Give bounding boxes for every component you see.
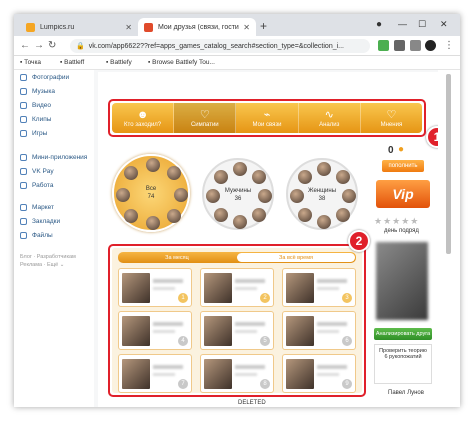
lumpics-favicon-icon bbox=[26, 22, 35, 32]
reload-icon[interactable]: ↻ bbox=[48, 40, 56, 52]
bookmark-item[interactable]: ▪ Browse Battlefy Tou... bbox=[148, 59, 215, 66]
new-tab-icon[interactable]: + bbox=[260, 19, 267, 33]
highlight-box-list bbox=[108, 244, 366, 397]
vip-button[interactable]: Vip bbox=[376, 180, 430, 208]
circle-label: Мужчины bbox=[224, 188, 252, 194]
tab-title: Lumpics.ru bbox=[40, 23, 75, 31]
circle-label: Все bbox=[145, 186, 157, 192]
browser-window: Lumpics.ru ✕ Мои друзья (связи, гости) ✕… bbox=[14, 14, 460, 407]
circle-count: 74 bbox=[147, 194, 155, 200]
sidebar-item-music[interactable]: Музыка bbox=[20, 88, 55, 95]
back-icon[interactable]: ← bbox=[20, 40, 30, 52]
sidebar-item-market[interactable]: Маркет bbox=[20, 204, 54, 211]
market-icon bbox=[20, 204, 27, 211]
app-frame: ☻ Кто заходил? ♡ Симпатии ⌁ Мои связи ∿ Анал… bbox=[98, 72, 448, 407]
url-text: vk.com/app6622??ref=apps_games_catalog_s… bbox=[88, 42, 344, 50]
circle-women[interactable]: Женщины 38 bbox=[286, 158, 358, 230]
friend-name[interactable]: Павел Лунов bbox=[388, 390, 428, 396]
coin-icon: ● bbox=[398, 144, 405, 155]
clips-icon bbox=[20, 116, 27, 123]
scrollbar[interactable] bbox=[446, 74, 451, 254]
bookmark-item[interactable]: ▪ Battlefy bbox=[106, 59, 132, 66]
friend-photo bbox=[376, 242, 428, 320]
avatar[interactable] bbox=[425, 40, 436, 51]
circle-count: 36 bbox=[234, 196, 242, 202]
sidebar-footer-links[interactable]: Блог · Разработчикам bbox=[20, 254, 76, 260]
topup-button[interactable]: пополнить bbox=[382, 160, 424, 172]
circle-count: 38 bbox=[318, 196, 326, 202]
circle-all[interactable]: Все 74 bbox=[112, 154, 190, 232]
circle-label: Женщины bbox=[307, 188, 337, 194]
sidebar-item-bookmarks[interactable]: Закладки bbox=[20, 218, 60, 225]
tab-title: Мои друзья (связи, гости) bbox=[158, 23, 240, 31]
sidebar-item-work[interactable]: Работа bbox=[20, 182, 53, 189]
close-window-icon[interactable]: ✕ bbox=[440, 19, 448, 30]
promo-text: Проверить теорию 6 рукопожатий bbox=[379, 348, 427, 360]
sidebar-footer-links[interactable]: Реклама · Ещё ⌄ bbox=[20, 262, 64, 268]
vk-sidebar: Фотографии Музыка Видео Клипы Игры Мини-… bbox=[14, 70, 94, 407]
sidebar-item-files[interactable]: Файлы bbox=[20, 232, 53, 239]
tab-vk-app[interactable]: Мои друзья (связи, гости) ✕ bbox=[138, 18, 256, 36]
sidebar-item-mini-apps[interactable]: Мини-приложения bbox=[20, 154, 87, 161]
sidebar-item-games[interactable]: Игры bbox=[20, 130, 47, 137]
url-field[interactable]: 🔒 vk.com/app6622??ref=apps_games_catalog… bbox=[70, 39, 370, 53]
tab-lumpics[interactable]: Lumpics.ru ✕ bbox=[20, 18, 138, 36]
close-tab-icon[interactable]: ✕ bbox=[243, 23, 250, 32]
highlight-box-menu bbox=[108, 99, 426, 137]
promo-box[interactable]: Проверить теорию 6 рукопожатий bbox=[374, 344, 432, 384]
photo-icon bbox=[20, 74, 27, 81]
menu-dots-icon[interactable]: ⋮ bbox=[444, 40, 454, 52]
tab-bar: Lumpics.ru ✕ Мои друзья (связи, гости) ✕… bbox=[14, 14, 460, 36]
bookmarks-bar: ▪ Точка ▪ Battleff ▪ Battlefy ▪ Browse B… bbox=[14, 56, 460, 70]
bookmark-icon bbox=[20, 218, 27, 225]
maximize-icon[interactable]: ☐ bbox=[418, 19, 426, 30]
sidebar-item-video[interactable]: Видео bbox=[20, 102, 51, 109]
file-icon bbox=[20, 232, 27, 239]
profile-circle-icon[interactable]: ● bbox=[376, 19, 382, 30]
apps-icon bbox=[20, 154, 27, 161]
lock-icon: 🔒 bbox=[76, 43, 85, 50]
address-bar: ← → ↻ 🔒 vk.com/app6622??ref=apps_games_c… bbox=[14, 36, 460, 56]
sidebar-item-clips[interactable]: Клипы bbox=[20, 116, 51, 123]
minimize-icon[interactable]: — bbox=[398, 19, 407, 29]
app-favicon-icon bbox=[144, 22, 153, 32]
extension-icon[interactable] bbox=[394, 40, 405, 51]
analyze-friend-button[interactable]: Анализировать друга bbox=[374, 328, 432, 340]
puzzle-icon[interactable] bbox=[410, 40, 421, 51]
forward-icon[interactable]: → bbox=[34, 40, 44, 52]
close-tab-icon[interactable]: ✕ bbox=[125, 23, 132, 32]
pay-icon bbox=[20, 168, 27, 175]
extension-check-icon[interactable] bbox=[378, 40, 389, 51]
work-icon bbox=[20, 182, 27, 189]
music-icon bbox=[20, 88, 27, 95]
bookmark-item[interactable]: ▪ Battleff bbox=[60, 59, 84, 66]
circle-men[interactable]: Мужчины 36 bbox=[202, 158, 274, 230]
sidebar-item-vkpay[interactable]: VK Pay bbox=[20, 168, 54, 175]
rating-stars[interactable]: ★★★★★ bbox=[374, 216, 419, 227]
sidebar-item-photos[interactable]: Фотографии bbox=[20, 74, 69, 81]
coin-balance: 0 bbox=[388, 145, 394, 156]
video-icon bbox=[20, 102, 27, 109]
deleted-user-label: DELETED bbox=[238, 400, 266, 406]
bookmark-item[interactable]: ▪ Точка bbox=[20, 59, 41, 66]
games-icon bbox=[20, 130, 27, 137]
day-rating-text: день подряд bbox=[384, 228, 419, 234]
main-area: ☻ Кто заходил? ♡ Симпатии ⌁ Мои связи ∿ Анал… bbox=[94, 70, 448, 407]
marker-badge: 2 bbox=[348, 230, 370, 252]
